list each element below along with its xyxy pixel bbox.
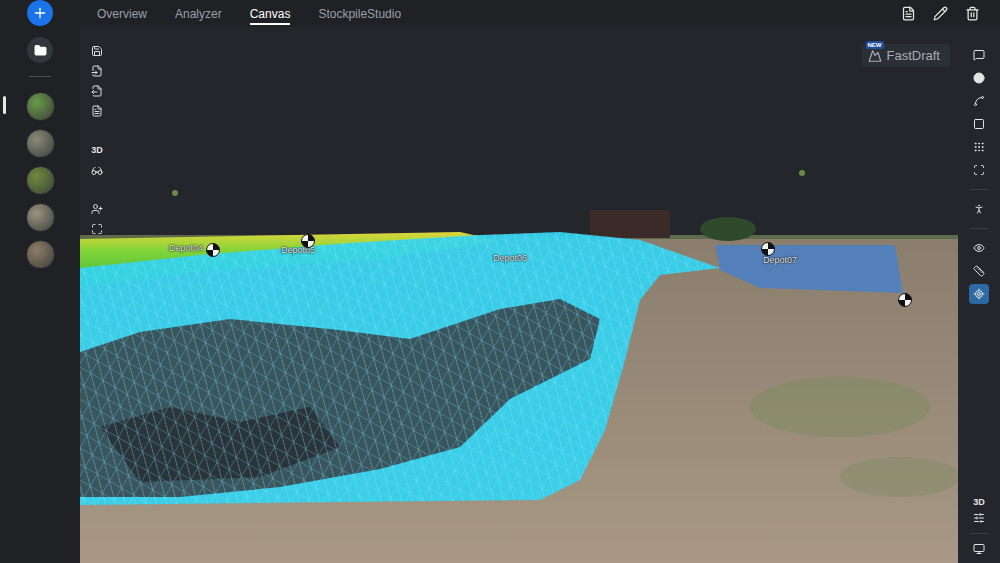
divider — [29, 76, 51, 77]
tool-button[interactable] — [969, 199, 989, 219]
save-icon[interactable] — [91, 45, 103, 57]
tool-icon — [973, 95, 985, 107]
workspace: Depot04Depot05Depot06Depot073DNEWFastDra… — [80, 27, 1000, 563]
control-point-icon[interactable] — [206, 243, 220, 257]
tab[interactable]: Analyzer — [175, 3, 222, 25]
fastdraft-logo: NEW — [868, 49, 882, 63]
stockpile-label[interactable]: Depot04 — [168, 243, 204, 253]
main: Overview Analyzer Canvas StockpileStudio Dep… — [80, 0, 1000, 563]
view-mode-button[interactable]: 3D — [973, 495, 985, 509]
tool-icon — [973, 242, 985, 254]
fastdraft-label: FastDraft — [887, 48, 940, 63]
plus-icon — [32, 5, 48, 21]
separator — [970, 189, 988, 190]
pencil-icon[interactable] — [933, 6, 948, 21]
stockpile-label[interactable]: Depot07 — [762, 255, 798, 265]
tool-button[interactable] — [969, 137, 989, 157]
tool-icon — [973, 72, 985, 84]
tool-button[interactable] — [969, 68, 989, 88]
sidebar-item[interactable] — [0, 166, 80, 194]
right-toolbar: 3D — [958, 27, 1000, 563]
separator — [970, 228, 988, 229]
glasses-icon[interactable] — [91, 165, 103, 177]
tool-button[interactable] — [969, 114, 989, 134]
tool-icon — [973, 265, 985, 277]
stockpile-scene — [80, 27, 958, 563]
export-icon[interactable] — [91, 85, 103, 97]
separator — [970, 533, 988, 534]
tool-icon — [973, 141, 985, 153]
left-toolbar: 3D — [86, 45, 108, 235]
sidebar-item[interactable] — [0, 129, 80, 157]
trash-icon[interactable] — [965, 6, 980, 21]
tool-button[interactable] — [969, 45, 989, 65]
project-thumbnail[interactable] — [26, 203, 55, 232]
control-point-icon[interactable] — [761, 242, 775, 256]
import-icon[interactable] — [91, 65, 103, 77]
monitor-icon[interactable] — [973, 543, 985, 555]
tab[interactable]: Canvas — [250, 3, 291, 25]
sidebar-item[interactable] — [0, 240, 80, 268]
view-group: 3D — [970, 495, 988, 555]
tool-icon — [973, 49, 985, 61]
project-thumbnail[interactable] — [26, 166, 55, 195]
tool-button[interactable] — [969, 261, 989, 281]
fastdraft-button[interactable]: NEWFastDraft — [862, 44, 950, 67]
tool-group — [969, 45, 989, 304]
tool-icon — [973, 164, 985, 176]
sidebar — [0, 0, 80, 563]
selected-indicator — [3, 96, 6, 114]
control-point-icon[interactable] — [898, 293, 912, 307]
stockpile-label[interactable]: Depot06 — [492, 253, 528, 263]
folder-button[interactable] — [27, 37, 53, 63]
user-plus-icon[interactable] — [91, 203, 103, 215]
fullscreen-icon[interactable] — [91, 223, 103, 235]
tool-button[interactable] — [969, 238, 989, 258]
report-icon[interactable] — [901, 6, 916, 21]
mountain-icon — [868, 49, 882, 63]
sidebar-item[interactable] — [0, 203, 80, 231]
sliders-icon[interactable] — [973, 512, 985, 524]
app: Overview Analyzer Canvas StockpileStudio Dep… — [0, 0, 1000, 563]
new-badge: NEW — [866, 41, 884, 49]
document-icon[interactable] — [91, 105, 103, 117]
view-mode-button[interactable]: 3D — [91, 143, 103, 157]
top-actions — [901, 6, 980, 21]
add-button[interactable] — [27, 0, 53, 26]
project-thumbnail[interactable] — [26, 240, 55, 269]
top-bar: Overview Analyzer Canvas StockpileStudio — [80, 0, 1000, 27]
canvas-3d[interactable]: Depot04Depot05Depot06Depot073DNEWFastDra… — [80, 27, 958, 563]
folder-icon — [34, 44, 47, 57]
tool-icon — [973, 203, 985, 215]
tabs: Overview Analyzer Canvas StockpileStudio — [97, 0, 901, 27]
tool-button[interactable] — [969, 160, 989, 180]
project-thumbnail[interactable] — [26, 92, 55, 121]
tab[interactable]: StockpileStudio — [318, 3, 401, 25]
tab[interactable]: Overview — [97, 3, 147, 25]
tool-button[interactable] — [969, 91, 989, 111]
tool-button[interactable] — [969, 284, 989, 304]
control-point-icon[interactable] — [301, 234, 315, 248]
project-thumbnail[interactable] — [26, 129, 55, 158]
tool-icon — [973, 118, 985, 130]
sidebar-item[interactable] — [0, 92, 80, 120]
tool-icon — [973, 288, 985, 300]
